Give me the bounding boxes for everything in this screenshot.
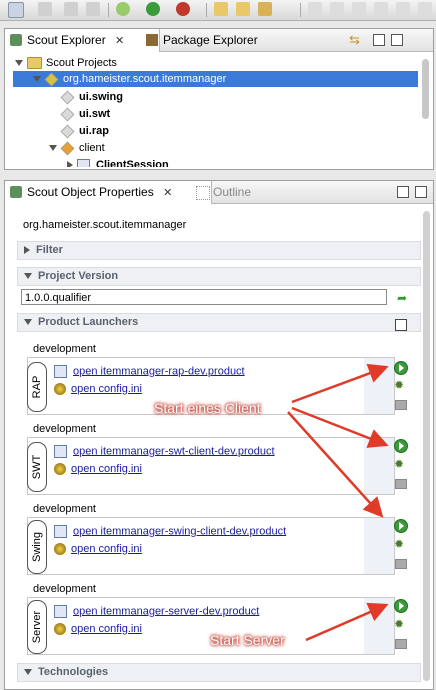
- annotation-start-client: Start eines Client: [154, 400, 261, 416]
- annotation-arrows: [287, 363, 389, 642]
- arrow-to-server: [305, 602, 389, 642]
- arrow-to-swt: [291, 406, 389, 448]
- arrow-to-swing: [287, 411, 384, 518]
- annotation-start-server: Start Server: [210, 632, 285, 648]
- arrow-to-rap: [291, 363, 389, 404]
